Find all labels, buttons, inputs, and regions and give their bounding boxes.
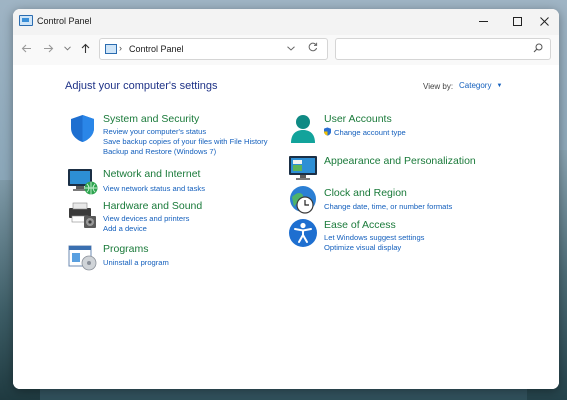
forward-button[interactable]	[43, 43, 54, 57]
link-view-devices-and-printers[interactable]: View devices and printers	[103, 214, 189, 223]
link-view-network-status[interactable]: View network status and tasks	[103, 184, 205, 193]
breadcrumb-control-panel[interactable]: Control Panel	[129, 44, 184, 54]
title-bar[interactable]: Control Panel	[13, 9, 559, 35]
control-panel-window: Control Panel › Control Panel Adjust you…	[13, 9, 559, 389]
refresh-icon	[308, 42, 318, 52]
close-button[interactable]	[527, 9, 559, 33]
page-heading: Adjust your computer's settings	[65, 80, 218, 92]
main-content: Adjust your computer's settings View by:…	[13, 65, 559, 389]
link-add-a-device[interactable]: Add a device	[103, 224, 147, 233]
category-title-clock-and-region[interactable]: Clock and Region	[324, 187, 407, 199]
programs-icon	[68, 245, 97, 271]
link-change-date-time-formats[interactable]: Change date, time, or number formats	[324, 202, 452, 211]
caret-down-icon: ▼	[496, 82, 503, 89]
arrow-left-icon	[21, 44, 31, 53]
category-title-programs[interactable]: Programs	[103, 243, 149, 255]
view-by-label: View by:	[423, 82, 454, 91]
category-user-accounts: User Accounts Change account type	[288, 113, 528, 149]
chevron-down-icon	[64, 46, 71, 51]
refresh-button[interactable]	[308, 42, 318, 55]
control-panel-location-icon	[105, 44, 117, 54]
recent-locations-button[interactable]	[64, 46, 71, 53]
minimize-button[interactable]	[466, 9, 500, 33]
link-file-history[interactable]: Save backup copies of your files with Fi…	[103, 137, 268, 146]
link-uninstall-a-program[interactable]: Uninstall a program	[103, 258, 169, 267]
breadcrumb-separator[interactable]: ›	[119, 43, 122, 53]
shield-icon	[71, 115, 94, 142]
arrow-up-icon	[81, 43, 90, 53]
category-system-and-security: System and Security Review your computer…	[67, 113, 297, 163]
control-panel-app-icon	[19, 15, 33, 26]
clock-globe-icon	[290, 186, 316, 214]
link-optimize-visual-display[interactable]: Optimize visual display	[324, 243, 401, 252]
up-button[interactable]	[80, 43, 91, 57]
monitor-icon	[289, 156, 317, 180]
category-title-appearance-and-personalization[interactable]: Appearance and Personalization	[324, 155, 476, 167]
category-title-hardware-and-sound[interactable]: Hardware and Sound	[103, 200, 202, 212]
back-button[interactable]	[21, 43, 32, 57]
category-title-network-and-internet[interactable]: Network and Internet	[103, 168, 200, 180]
category-appearance-and-personalization: Appearance and Personalization	[288, 153, 538, 183]
view-by-value: Category	[459, 81, 492, 90]
link-review-computer-status[interactable]: Review your computer's status	[103, 127, 206, 136]
link-backup-and-restore[interactable]: Backup and Restore (Windows 7)	[103, 147, 216, 156]
category-title-system-and-security[interactable]: System and Security	[103, 113, 199, 125]
window-title: Control Panel	[37, 16, 92, 26]
category-hardware-and-sound: Hardware and Sound View devices and prin…	[67, 199, 297, 235]
address-history-button[interactable]	[287, 44, 295, 53]
address-bar[interactable]: › Control Panel	[99, 38, 328, 60]
minimize-icon	[478, 20, 488, 22]
link-let-windows-suggest-settings[interactable]: Let Windows suggest settings	[324, 233, 424, 242]
accessibility-icon	[289, 219, 317, 247]
user-icon	[291, 115, 315, 143]
printer-icon	[69, 202, 96, 228]
network-icon	[68, 169, 98, 195]
category-network-and-internet: Network and Internet View network status…	[67, 166, 297, 196]
maximize-icon	[512, 16, 522, 26]
chevron-down-icon	[287, 46, 295, 51]
uac-shield-icon	[324, 127, 331, 136]
navigation-bar: › Control Panel	[13, 35, 559, 65]
category-ease-of-access: Ease of Access Let Windows suggest setti…	[288, 218, 538, 254]
close-icon	[539, 16, 549, 26]
search-icon	[533, 43, 543, 53]
link-change-account-type[interactable]: Change account type	[334, 128, 406, 137]
category-title-user-accounts[interactable]: User Accounts	[324, 113, 392, 125]
arrow-right-icon	[44, 44, 54, 53]
category-clock-and-region: Clock and Region Change date, time, or n…	[288, 185, 538, 217]
category-programs: Programs Uninstall a program	[67, 241, 297, 271]
view-by-dropdown[interactable]: Category ▼	[454, 79, 509, 92]
search-input[interactable]	[335, 38, 551, 60]
category-title-ease-of-access[interactable]: Ease of Access	[324, 219, 396, 231]
